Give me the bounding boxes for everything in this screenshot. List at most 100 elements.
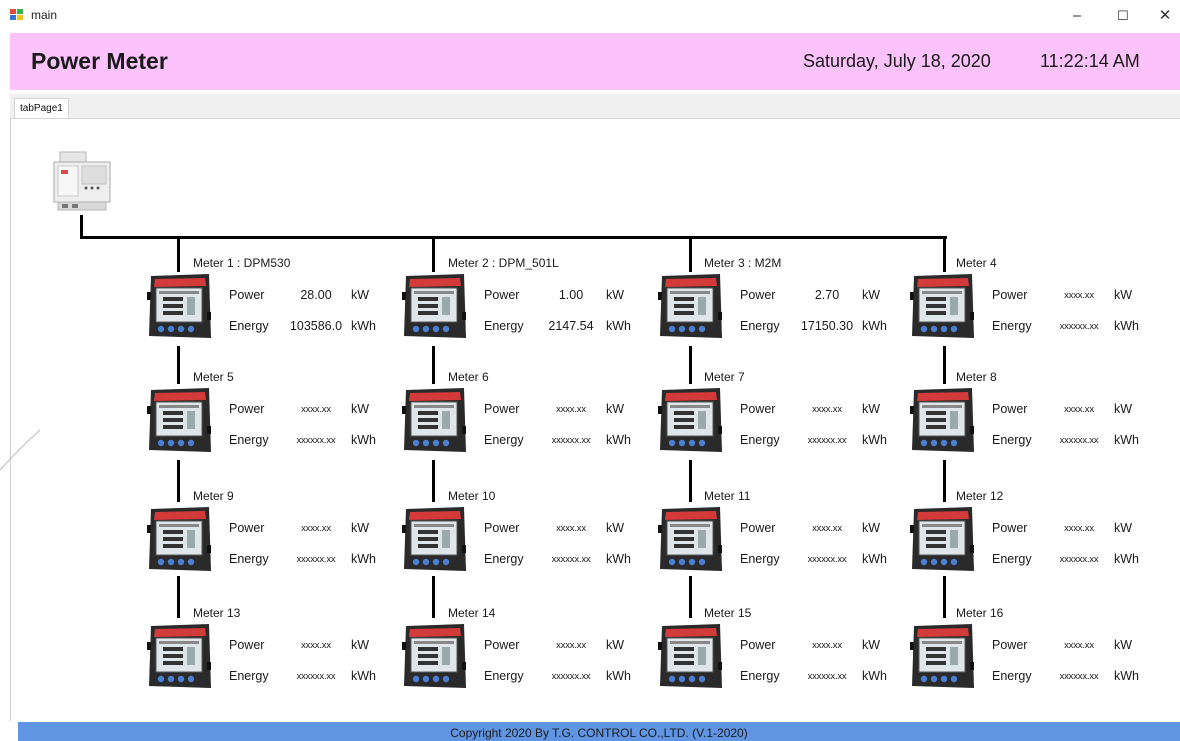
power-meter-icon [908, 505, 976, 573]
power-unit: kW [1114, 638, 1133, 652]
power-label: Power [229, 288, 265, 302]
power-unit: kW [351, 638, 370, 652]
power-value: xxxx.xx [556, 404, 586, 415]
footer-bar: Copyright 2020 By T.G. CONTROL CO.,LTD. … [18, 722, 1180, 741]
meter-panel-11: Meter 11 Power xxxx.xx kW Energy xxxxxx.xx kWh [656, 489, 926, 589]
power-unit: kW [351, 288, 370, 302]
date-label: Saturday, July 18, 2020 [803, 51, 991, 71]
power-value: xxxx.xx [1064, 523, 1094, 534]
energy-label: Energy [229, 433, 269, 447]
energy-unit: kWh [1114, 669, 1139, 683]
energy-label: Energy [992, 552, 1032, 566]
energy-label: Energy [992, 669, 1032, 683]
energy-label: Energy [229, 319, 269, 333]
power-value: 2.70 [814, 288, 840, 302]
energy-label: Energy [484, 669, 524, 683]
meter-name: Meter 15 [704, 606, 752, 620]
meter-name: Meter 2 : DPM_501L [448, 256, 559, 270]
power-meter-icon [400, 505, 468, 573]
power-value: xxxx.xx [556, 523, 586, 534]
gateway-device-icon [52, 150, 112, 214]
energy-value: xxxxxx.xx [1059, 321, 1099, 332]
meter-name: Meter 11 [704, 489, 751, 503]
energy-value: 17150.30 [800, 319, 854, 333]
meter-panel-7: Meter 7 Power xxxx.xx kW Energy xxxxxx.xx kWh [656, 370, 926, 470]
meter-name: Meter 16 [956, 606, 1004, 620]
power-unit: kW [862, 402, 881, 416]
meter-name: Meter 6 [448, 370, 489, 384]
power-value: xxxx.xx [1064, 640, 1094, 651]
energy-unit: kWh [606, 669, 631, 683]
meter-panel-14: Meter 14 Power xxxx.xx kW Energy xxxxxx.xx kWh [400, 606, 670, 706]
energy-label: Energy [229, 669, 269, 683]
energy-unit: kWh [1114, 552, 1139, 566]
power-label: Power [484, 402, 520, 416]
power-label: Power [740, 402, 776, 416]
power-unit: kW [1114, 402, 1133, 416]
power-unit: kW [606, 521, 625, 535]
meter-name: Meter 5 [193, 370, 234, 384]
power-unit: kW [606, 638, 625, 652]
meter-panel-3: Meter 3 : M2M Power 2.70 kW Energy 17150.30 kW… [656, 256, 926, 356]
power-unit: kW [351, 402, 370, 416]
energy-value: xxxxxx.xx [1059, 435, 1099, 446]
window-titlebar: main – ☐ ✕ [0, 0, 1180, 31]
energy-label: Energy [484, 319, 524, 333]
power-meter-icon [656, 622, 724, 690]
energy-unit: kWh [862, 319, 887, 333]
energy-unit: kWh [351, 319, 376, 333]
meter-name: Meter 14 [448, 606, 496, 620]
energy-unit: kWh [1114, 319, 1139, 333]
copyright-text: Copyright 2020 By T.G. CONTROL CO.,LTD. … [450, 726, 748, 740]
power-meter-icon [656, 505, 724, 573]
tab-page1[interactable]: tabPage1 [14, 98, 69, 118]
meter-panel-15: Meter 15 Power xxxx.xx kW Energy xxxxxx.xx kWh [656, 606, 926, 706]
power-unit: kW [606, 288, 625, 302]
power-meter-icon [145, 272, 213, 340]
energy-value: xxxxxx.xx [807, 671, 847, 682]
meter-name: Meter 7 [704, 370, 745, 384]
meter-panel-2: Meter 2 : DPM_501L Power 1.00 kW Energy 2147.… [400, 256, 670, 356]
app-icon [10, 9, 24, 21]
power-label: Power [740, 521, 776, 535]
power-meter-icon [908, 272, 976, 340]
energy-unit: kWh [606, 319, 631, 333]
energy-value: xxxxxx.xx [551, 554, 591, 565]
energy-value: xxxxxx.xx [551, 435, 591, 446]
decorative-arc [0, 429, 40, 471]
power-label: Power [229, 402, 265, 416]
energy-value: xxxxxx.xx [296, 554, 336, 565]
power-value: xxxx.xx [301, 404, 331, 415]
close-button[interactable]: ✕ [1150, 4, 1180, 28]
meter-panel-13: Meter 13 Power xxxx.xx kW Energy xxxxxx.xx kWh [145, 606, 415, 706]
energy-value: xxxxxx.xx [1059, 671, 1099, 682]
meter-panel-9: Meter 9 Power xxxx.xx kW Energy xxxxxx.xx kWh [145, 489, 415, 589]
energy-unit: kWh [862, 433, 887, 447]
minimize-button[interactable]: – [1062, 4, 1092, 28]
energy-label: Energy [740, 669, 780, 683]
meter-name: Meter 8 [956, 370, 997, 384]
meter-panel-6: Meter 6 Power xxxx.xx kW Energy xxxxxx.xx kWh [400, 370, 670, 470]
power-meter-icon [145, 505, 213, 573]
power-meter-icon [145, 622, 213, 690]
power-value: xxxx.xx [556, 640, 586, 651]
energy-value: 103586.0 [289, 319, 343, 333]
power-label: Power [740, 638, 776, 652]
power-value: xxxx.xx [301, 523, 331, 534]
power-value: 28.00 [300, 288, 332, 302]
meter-panel-12: Meter 12 Power xxxx.xx kW Energy xxxxxx.xx kWh [908, 489, 1178, 589]
power-label: Power [484, 521, 520, 535]
power-value: xxxx.xx [1064, 404, 1094, 415]
maximize-button[interactable]: ☐ [1108, 4, 1138, 28]
energy-value: xxxxxx.xx [551, 671, 591, 682]
power-unit: kW [862, 638, 881, 652]
meter-name: Meter 1 : DPM530 [193, 256, 291, 270]
power-value: xxxx.xx [812, 404, 842, 415]
power-label: Power [229, 638, 265, 652]
power-unit: kW [1114, 288, 1133, 302]
clock-label: 11:22:14 AM [1040, 51, 1140, 71]
energy-value: 2147.54 [548, 319, 594, 333]
bus-drop-gateway [80, 215, 83, 238]
power-label: Power [484, 288, 520, 302]
bus-main-line [80, 236, 947, 239]
